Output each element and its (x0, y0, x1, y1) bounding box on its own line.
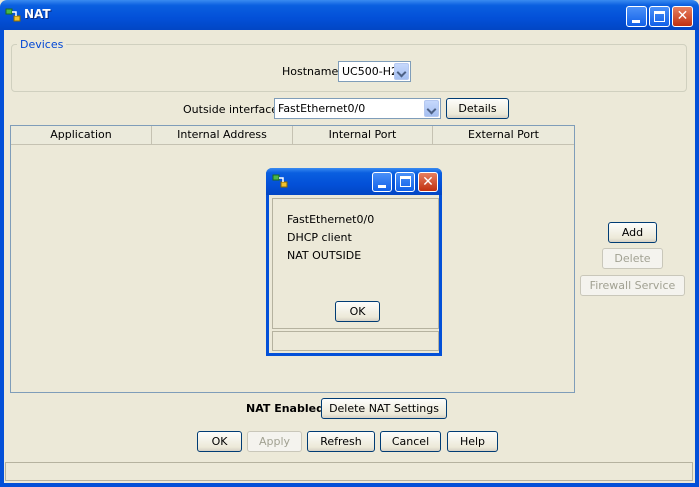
delete-nat-settings-button[interactable]: Delete NAT Settings (321, 398, 447, 419)
dialog-body: FastEthernet0/0 DHCP client NAT OUTSIDE … (272, 198, 439, 329)
close-icon: ✕ (422, 174, 434, 190)
dialog-line-dhcp: DHCP client (287, 231, 352, 244)
dialog-line-interface: FastEthernet0/0 (287, 213, 375, 226)
column-header-application[interactable]: Application (11, 126, 152, 145)
table-header: Application Internal Address Internal Po… (11, 126, 574, 145)
chevron-down-icon[interactable] (424, 100, 439, 117)
hostname-label: Hostname: (282, 65, 342, 78)
hostname-value: UC500-H2 (342, 65, 398, 78)
window-titlebar[interactable]: NAT ✕ (0, 0, 699, 30)
dialog-ok-button[interactable]: OK (335, 301, 380, 322)
devices-legend: Devices (17, 38, 67, 51)
hostname-select[interactable]: UC500-H2 (338, 61, 411, 82)
window-title: NAT (24, 7, 51, 21)
maximize-icon (400, 176, 411, 187)
column-header-internal-address[interactable]: Internal Address (152, 126, 293, 145)
firewall-service-button[interactable]: Firewall Service (580, 275, 685, 296)
dialog-line-nat-outside: NAT OUTSIDE (287, 249, 362, 262)
add-button[interactable]: Add (608, 222, 657, 243)
help-button[interactable]: Help (447, 431, 498, 452)
refresh-button[interactable]: Refresh (307, 431, 375, 452)
minimize-icon (632, 20, 640, 23)
column-header-internal-port[interactable]: Internal Port (293, 126, 433, 145)
dialog-maximize-button[interactable] (395, 172, 415, 192)
dialog-close-button[interactable]: ✕ (418, 172, 438, 192)
interface-info-dialog: ✕ FastEthernet0/0 DHCP client NAT OUTSID… (266, 168, 442, 356)
minimize-icon (378, 185, 386, 188)
dialog-status-bar (272, 331, 439, 351)
delete-button[interactable]: Delete (602, 248, 663, 269)
details-button[interactable]: Details (446, 98, 509, 119)
maximize-button[interactable] (649, 6, 670, 27)
dialog-titlebar[interactable]: ✕ (266, 168, 442, 195)
cancel-button[interactable]: Cancel (380, 431, 441, 452)
outside-interface-value: FastEthernet0/0 (278, 102, 366, 115)
outside-interface-label: Outside interface: (183, 103, 282, 116)
nat-app-icon (5, 8, 21, 22)
outside-interface-select[interactable]: FastEthernet0/0 (274, 98, 441, 119)
maximize-icon (654, 11, 665, 22)
apply-button[interactable]: Apply (247, 431, 302, 452)
minimize-button[interactable] (626, 6, 647, 27)
ok-button[interactable]: OK (197, 431, 242, 452)
nat-enabled-label: NAT Enabled (246, 402, 324, 415)
dialog-minimize-button[interactable] (372, 172, 392, 192)
close-button[interactable]: ✕ (672, 6, 693, 27)
nat-app-icon (272, 174, 288, 188)
status-bar (5, 462, 693, 481)
column-header-external-port[interactable]: External Port (433, 126, 574, 145)
close-icon: ✕ (676, 8, 689, 24)
chevron-down-icon[interactable] (394, 63, 409, 80)
